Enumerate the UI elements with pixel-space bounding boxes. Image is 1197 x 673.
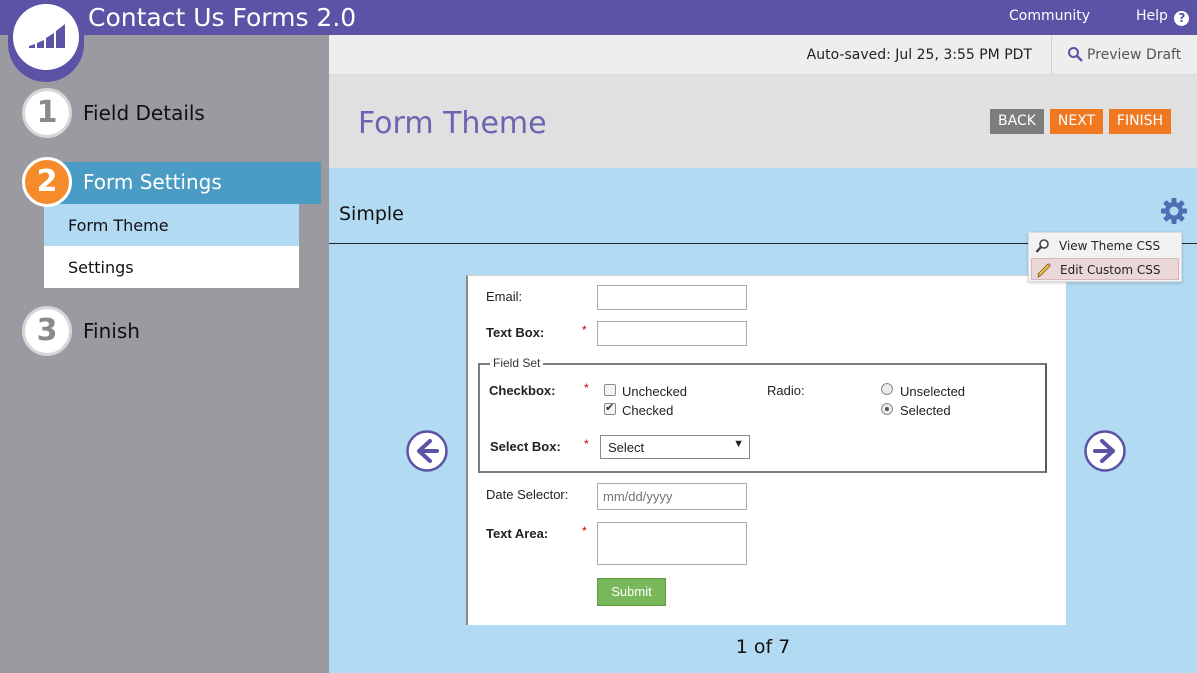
page-title: Form Theme xyxy=(358,106,547,141)
magnifier-icon xyxy=(1035,239,1049,253)
logo-badge xyxy=(13,4,79,70)
view-theme-css-item[interactable]: View Theme CSS xyxy=(1031,235,1179,257)
help-link[interactable]: Help ? xyxy=(1136,8,1190,26)
menu-label: View Theme CSS xyxy=(1059,239,1161,253)
step-number: 2 xyxy=(22,157,72,207)
checkbox-unchecked[interactable] xyxy=(604,384,616,396)
pencil-icon xyxy=(1037,263,1051,278)
required-mark: * xyxy=(582,524,587,538)
fieldset-legend: Field Set xyxy=(490,356,544,370)
submit-button[interactable]: Submit xyxy=(597,578,666,606)
autosave-status: Auto-saved: Jul 25, 3:55 PM PDT xyxy=(806,47,1032,63)
page-header: Form Theme BACK NEXT FINISH xyxy=(329,75,1197,168)
save-bar: Auto-saved: Jul 25, 3:55 PM PDT Preview … xyxy=(329,35,1197,75)
theme-pager: 1 of 7 xyxy=(735,636,791,658)
sidebar: 1 Field Details 2 Form Settings Form The… xyxy=(0,35,329,673)
magnifier-icon xyxy=(1068,47,1083,62)
textarea-input[interactable] xyxy=(597,522,747,565)
radio-selected[interactable] xyxy=(881,403,893,415)
field-set: Field Set Checkbox: * Unchecked Checked … xyxy=(478,356,1047,473)
help-label: Help xyxy=(1136,8,1168,24)
finish-button[interactable]: FINISH xyxy=(1109,109,1171,134)
select-value: Select xyxy=(608,440,645,455)
checkbox-label: Checkbox: xyxy=(489,383,556,398)
radio-unselected[interactable] xyxy=(881,383,893,395)
menu-label: Edit Custom CSS xyxy=(1060,263,1161,277)
date-input[interactable] xyxy=(597,483,747,510)
previous-theme-arrow-icon[interactable] xyxy=(406,430,448,472)
app-logo[interactable] xyxy=(8,0,84,82)
selectbox-label: Select Box: xyxy=(490,439,561,454)
caret-down-icon: ▼ xyxy=(733,438,744,450)
required-mark: * xyxy=(584,437,589,451)
textarea-label: Text Area: xyxy=(486,526,549,541)
date-label: Date Selector: xyxy=(486,487,569,502)
question-icon: ? xyxy=(1174,11,1190,26)
select-box[interactable]: Select ▼ xyxy=(600,435,750,459)
required-mark: * xyxy=(582,323,587,337)
checkbox-option-label: Unchecked xyxy=(622,384,688,399)
next-button[interactable]: NEXT xyxy=(1050,109,1103,134)
preview-label: Preview Draft xyxy=(1087,47,1182,63)
checkbox-option-label: Checked xyxy=(622,403,674,418)
substep-form-theme[interactable]: Form Theme xyxy=(44,204,299,246)
email-label: Email: xyxy=(486,289,523,304)
signal-bars-icon xyxy=(29,24,65,48)
app-title: Contact Us Forms 2.0 xyxy=(88,3,357,32)
email-input[interactable] xyxy=(597,285,747,310)
step-label: Form Settings xyxy=(83,170,222,194)
checkbox-checked[interactable] xyxy=(604,401,616,415)
textbox-input[interactable] xyxy=(597,321,747,346)
gear-icon[interactable] xyxy=(1159,196,1189,226)
radio-option-label: Unselected xyxy=(900,384,966,399)
form-preview-card: Email: Text Box: * Field Set Checkbox: *… xyxy=(466,275,1066,625)
step-field-details[interactable]: 1 Field Details xyxy=(22,88,322,138)
step-number: 1 xyxy=(22,88,72,138)
back-button[interactable]: BACK xyxy=(990,109,1044,134)
step-finish[interactable]: 3 Finish xyxy=(22,306,322,356)
step-form-settings[interactable]: 2 Form Settings xyxy=(22,157,322,207)
next-theme-arrow-icon[interactable] xyxy=(1084,430,1126,472)
community-link[interactable]: Community xyxy=(1009,8,1090,24)
preview-draft-button[interactable]: Preview Draft xyxy=(1051,35,1197,75)
theme-preview-area: Simple View Theme CSS Edit Custom CSS Em… xyxy=(329,168,1197,673)
theme-name: Simple xyxy=(339,203,404,225)
css-menu: View Theme CSS Edit Custom CSS xyxy=(1028,232,1182,282)
step-label: Field Details xyxy=(83,101,205,125)
step-label: Finish xyxy=(83,319,140,343)
edit-custom-css-item[interactable]: Edit Custom CSS xyxy=(1031,258,1179,280)
top-bar: Contact Us Forms 2.0 Community Help ? xyxy=(0,0,1197,35)
main-panel: Auto-saved: Jul 25, 3:55 PM PDT Preview … xyxy=(329,35,1197,673)
substep-settings[interactable]: Settings xyxy=(44,246,299,288)
radio-option-label: Selected xyxy=(900,403,951,418)
textbox-label: Text Box: xyxy=(486,325,545,340)
radio-label: Radio: xyxy=(767,383,805,398)
step-number: 3 xyxy=(22,306,72,356)
required-mark: * xyxy=(584,381,589,395)
